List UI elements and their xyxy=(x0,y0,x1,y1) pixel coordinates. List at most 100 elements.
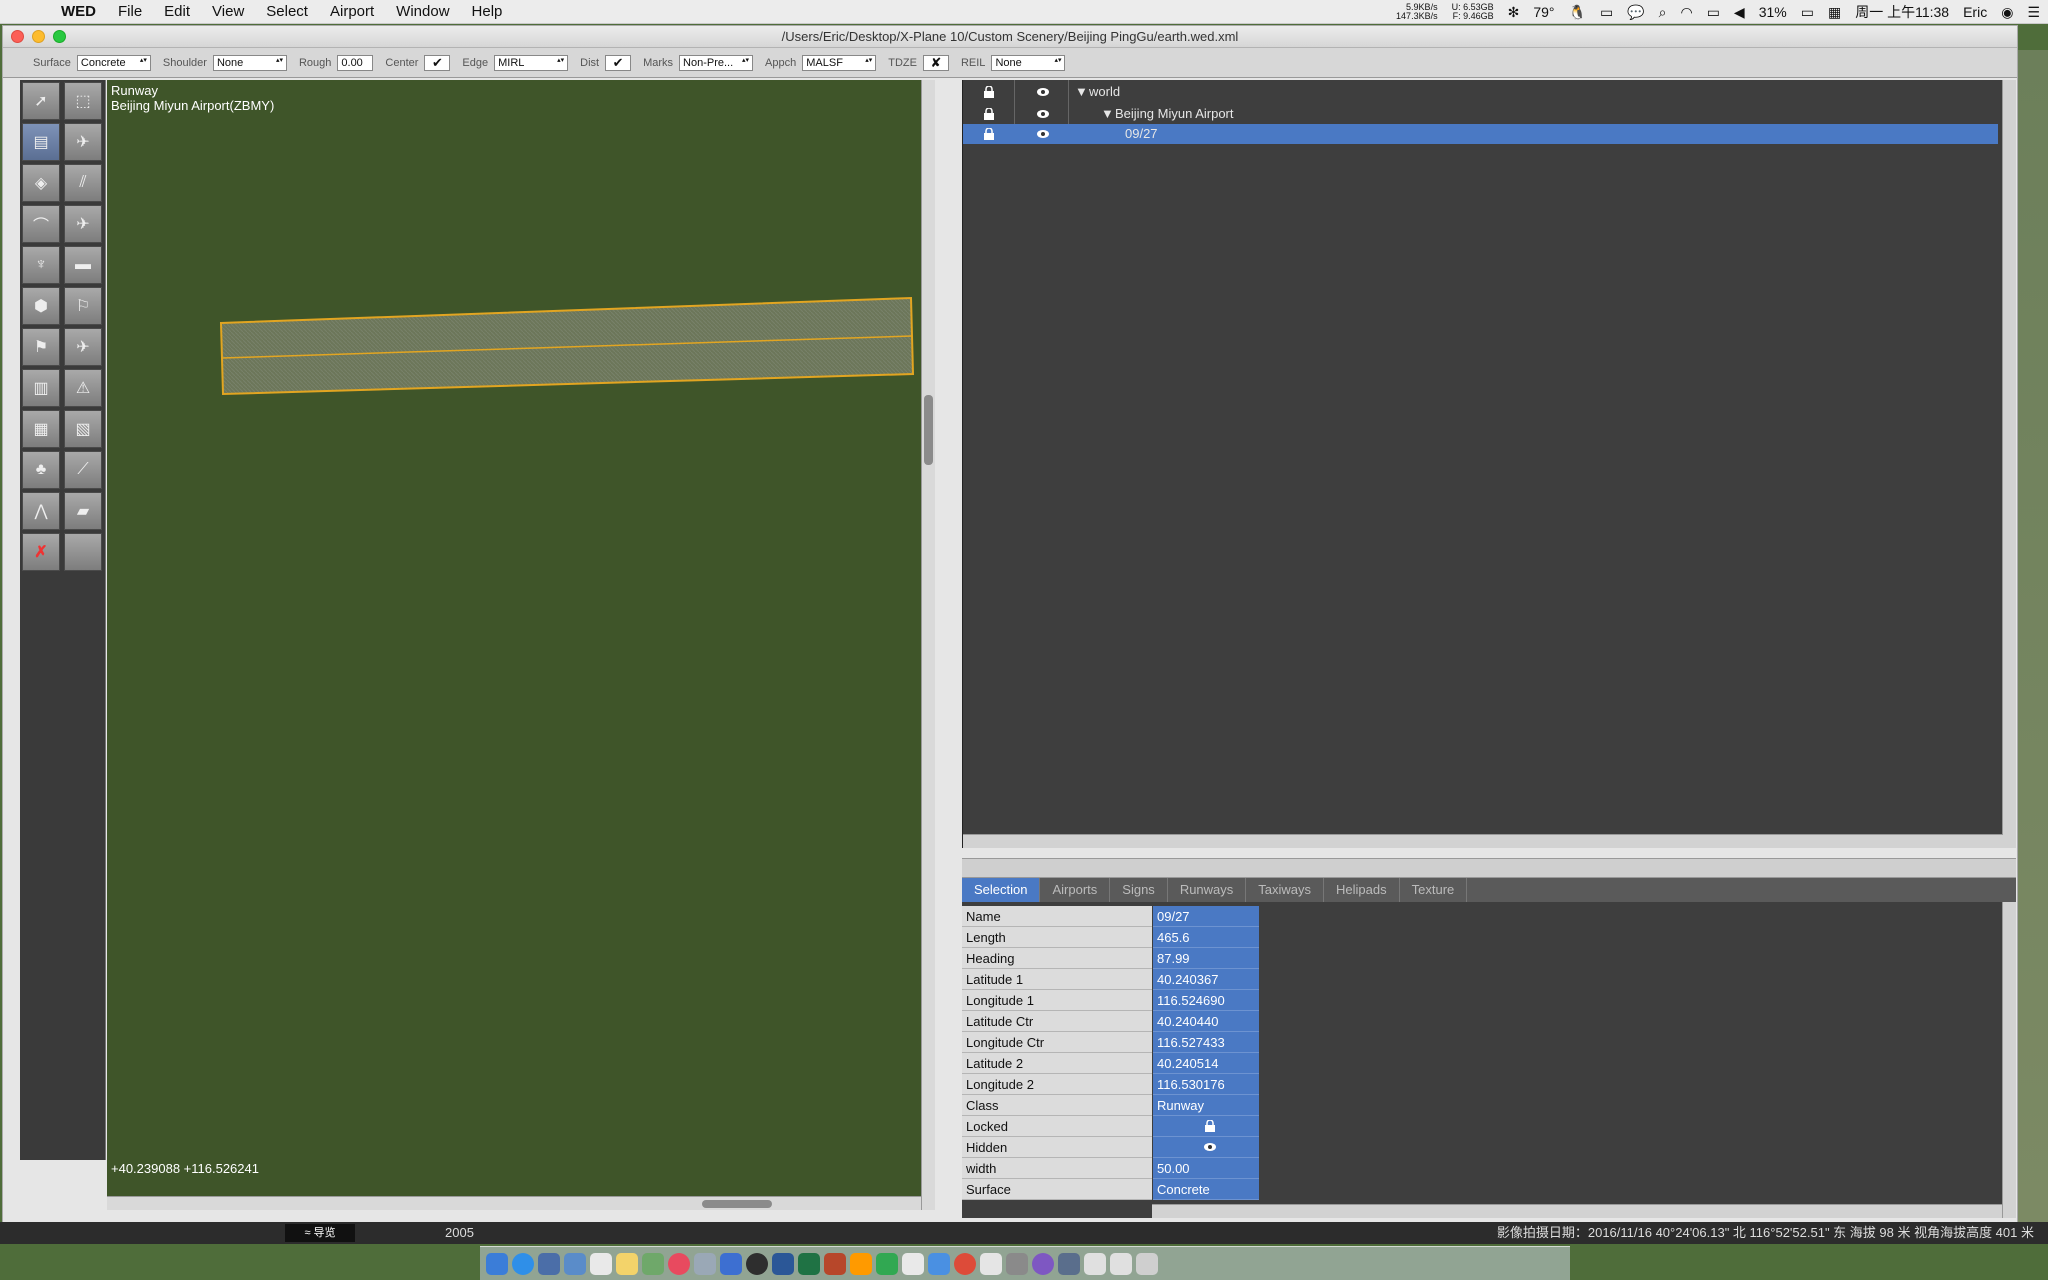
property-value[interactable]: 09/27 xyxy=(1153,906,1259,927)
menu-airport[interactable]: Airport xyxy=(319,3,385,20)
property-row[interactable]: Latitude 2 40.240514 xyxy=(962,1053,1259,1074)
photos-icon[interactable] xyxy=(668,1252,690,1275)
shoulder-select[interactable]: None xyxy=(212,54,287,71)
runway-tool-icon[interactable]: ▤ xyxy=(22,123,60,161)
tab-helipads[interactable]: Helipads xyxy=(1324,878,1400,902)
light-fixture-tool-icon[interactable]: ♆ xyxy=(22,246,60,284)
finder-icon[interactable] xyxy=(486,1252,508,1275)
runway-polygon[interactable] xyxy=(219,296,915,396)
hierarchy-row-runway[interactable]: 09/27 xyxy=(963,124,1998,144)
illustrator-icon[interactable] xyxy=(850,1252,872,1275)
dist-checkbox[interactable]: ✔ xyxy=(605,54,632,71)
eye-icon[interactable] xyxy=(1036,107,1050,121)
hierarchy-row-world[interactable]: ▼ world xyxy=(963,82,1998,102)
map-hscroll-thumb[interactable] xyxy=(702,1200,772,1208)
tdze-checkbox[interactable]: ✘ xyxy=(922,54,949,71)
tab-taxiways[interactable]: Taxiways xyxy=(1246,878,1325,902)
polygon-tool-icon[interactable]: ⋀ xyxy=(22,492,60,530)
pane-splitter[interactable] xyxy=(962,858,2016,878)
disclosure-triangle-icon[interactable]: ▼ xyxy=(1075,82,1088,102)
disclosure-triangle-icon[interactable]: ▼ xyxy=(1101,104,1114,124)
battery-percent[interactable]: 31% xyxy=(1759,4,1787,20)
menu-select[interactable]: Select xyxy=(255,3,319,20)
draped-polygon-tool-icon[interactable]: ▰ xyxy=(64,492,102,530)
property-value[interactable]: 116.530176 xyxy=(1153,1074,1259,1095)
clock[interactable]: 周一 上午11:38 xyxy=(1855,2,1949,22)
property-row[interactable]: Longitude Ctr 116.527433 xyxy=(962,1032,1259,1053)
inspector-vertical-scrollbar[interactable] xyxy=(2002,902,2016,1218)
app-icon[interactable] xyxy=(720,1252,742,1275)
tab-selection[interactable]: Selection xyxy=(962,878,1041,902)
sealane-tool-icon[interactable]: ◈ xyxy=(22,164,60,202)
navigation-button[interactable]: ≈ 导览 xyxy=(285,1224,355,1242)
line-tool-icon[interactable]: ⟋ xyxy=(64,451,102,489)
sign-tool-icon[interactable]: ▬ xyxy=(64,246,102,284)
app-icon[interactable] xyxy=(1006,1252,1028,1275)
airplay-icon[interactable]: ▭ xyxy=(1707,4,1720,21)
search-icon[interactable]: ⌕ xyxy=(1659,4,1667,21)
beacon-tool-icon[interactable]: ⚑ xyxy=(22,328,60,366)
temperature[interactable]: 79° xyxy=(1533,4,1554,20)
atc-tool-icon[interactable]: ⚠ xyxy=(64,369,102,407)
map-canvas[interactable] xyxy=(107,80,935,1210)
map-view[interactable]: Runway Beijing Miyun Airport(ZBMY) +40.2… xyxy=(107,80,935,1210)
word-icon[interactable] xyxy=(772,1252,794,1275)
inspector-horizontal-scrollbar[interactable] xyxy=(1152,1204,2002,1218)
appch-select[interactable]: MALSF xyxy=(802,54,877,71)
app-icon[interactable] xyxy=(928,1252,950,1275)
map-horizontal-scrollbar[interactable] xyxy=(107,1196,921,1210)
menu-window[interactable]: Window xyxy=(385,3,460,20)
property-value[interactable]: 40.240440 xyxy=(1153,1011,1259,1032)
menu-edit[interactable]: Edit xyxy=(153,3,201,20)
volume-icon[interactable]: ◀ xyxy=(1734,4,1745,21)
maps-icon[interactable] xyxy=(642,1252,664,1275)
property-row[interactable]: Class Runway xyxy=(962,1095,1259,1116)
folder-icon[interactable] xyxy=(1084,1252,1106,1275)
property-value[interactable]: 116.527433 xyxy=(1153,1032,1259,1053)
locked-toggle[interactable] xyxy=(1153,1116,1259,1137)
property-row[interactable]: Length 465.6 xyxy=(962,927,1259,948)
property-value[interactable]: 40.240514 xyxy=(1153,1053,1259,1074)
map-vscroll-thumb[interactable] xyxy=(924,395,933,465)
surface-popup[interactable]: Concrete xyxy=(1153,1179,1259,1200)
wifi-icon[interactable]: ◠ xyxy=(1680,4,1692,21)
lock-icon[interactable] xyxy=(982,85,996,99)
property-value[interactable]: 40.240367 xyxy=(1153,969,1259,990)
safari-icon[interactable] xyxy=(512,1252,534,1275)
notification-center-icon[interactable]: ☰ xyxy=(2027,4,2040,21)
app-icon[interactable] xyxy=(538,1252,560,1275)
center-checkbox[interactable]: ✔ xyxy=(424,54,451,71)
zoom-window-button[interactable] xyxy=(53,30,66,43)
display-icon[interactable]: ▭ xyxy=(1600,4,1613,21)
marks-select[interactable]: Non-Pre... xyxy=(679,54,754,71)
forest-tool-icon[interactable]: ♣ xyxy=(22,451,60,489)
siri-icon[interactable]: ◉ xyxy=(2001,4,2013,21)
menu-file[interactable]: File xyxy=(107,3,153,20)
property-row[interactable]: Latitude Ctr 40.240440 xyxy=(962,1011,1259,1032)
input-source-flag-icon[interactable]: ▦ xyxy=(1828,4,1841,21)
eye-icon[interactable] xyxy=(1036,127,1050,141)
property-row[interactable]: Locked xyxy=(962,1116,1259,1137)
trash-icon[interactable] xyxy=(1136,1252,1158,1275)
historical-year[interactable]: 2005 xyxy=(445,1222,474,1244)
hierarchy-vertical-scrollbar[interactable] xyxy=(2002,80,2016,848)
property-value[interactable]: 87.99 xyxy=(1153,948,1259,969)
object-tool-icon[interactable]: ▥ xyxy=(22,369,60,407)
eye-icon[interactable] xyxy=(1036,85,1050,99)
surface-select[interactable]: Concrete xyxy=(76,54,151,71)
boundary-tool-icon[interactable]: ✈ xyxy=(64,328,102,366)
chrome-icon[interactable] xyxy=(954,1252,976,1275)
property-row[interactable]: Surface Concrete xyxy=(962,1179,1259,1200)
property-row[interactable]: Name 09/27 xyxy=(962,906,1259,927)
memory-monitor[interactable]: U: 6.53GB F: 9.46GB xyxy=(1452,3,1494,21)
taxi-line-tool-icon[interactable]: ⌒ xyxy=(22,205,60,243)
property-row[interactable]: Latitude 1 40.240367 xyxy=(962,969,1259,990)
property-row[interactable]: Hidden xyxy=(962,1137,1259,1158)
property-row[interactable]: Heading 87.99 xyxy=(962,948,1259,969)
property-row[interactable]: width 50.00 xyxy=(962,1158,1259,1179)
exclusion-tool-icon[interactable]: ✗ xyxy=(22,533,60,571)
windsock-tool-icon[interactable]: ⚐ xyxy=(64,287,102,325)
menu-view[interactable]: View xyxy=(201,3,255,20)
ramp-start-tool-icon[interactable]: ✈ xyxy=(64,205,102,243)
rough-field[interactable]: 0.00 xyxy=(337,54,374,71)
